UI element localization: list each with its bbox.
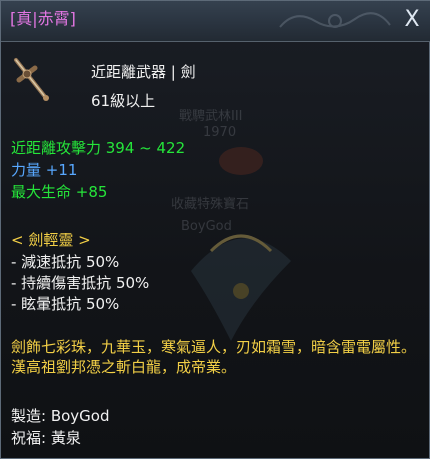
blessing: 祝福: 黃泉 [11, 429, 81, 447]
watermark-line-2: 1970 [203, 125, 237, 140]
item-type: 近距離武器 | 劍 [91, 63, 196, 81]
spirit-header: < 劍輕靈 > [11, 231, 91, 249]
background-watermark: 戰騁武林III 1970 收藏特殊寶石 BoyGod [171, 101, 311, 361]
spirit-line-3: - 眩暈抵抗 50% [11, 295, 120, 313]
level-requirement: 61級以上 [91, 92, 156, 110]
item-description: 劍飾七彩珠，九華玉，寒氣逼人，刃如霜雪，暗含雷電屬性。漢高祖劉邦憑之斬白龍，成帝… [11, 338, 417, 376]
item-tooltip: [真|赤霄] X 近距離武器 | 劍 61級以上 戰騁武林III 1970 收藏… [0, 0, 430, 459]
crafted-by: 製造: BoyGod [11, 407, 110, 425]
close-button[interactable]: X [399, 7, 425, 33]
watermark-line-1: 戰騁武林III [179, 109, 243, 124]
stat-max-hp: 最大生命 +85 [11, 183, 108, 201]
titlebar-ornament-icon [279, 12, 391, 28]
sword-icon [14, 58, 49, 101]
tooltip-titlebar: [真|赤霄] X [1, 1, 430, 42]
spirit-line-1: - 減速抵抗 50% [11, 253, 120, 271]
spirit-line-2: - 持續傷害抵抗 50% [11, 274, 150, 292]
stat-strength: 力量 +11 [11, 161, 78, 179]
watermark-line-4: BoyGod [181, 219, 232, 234]
item-title: [真|赤霄] [10, 9, 76, 28]
watermark-line-3: 收藏特殊寶石 [171, 197, 250, 212]
close-icon: X [404, 7, 420, 32]
stat-attack: 近距離攻擊力 394 ~ 422 [11, 139, 186, 157]
